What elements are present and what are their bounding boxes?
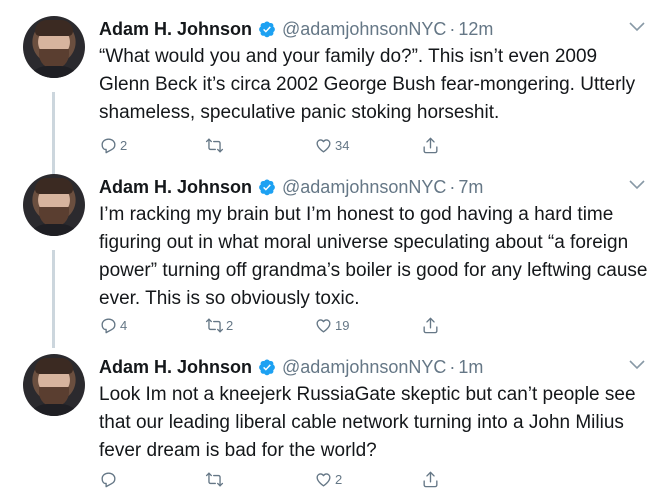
reply-count: 4 <box>120 317 128 333</box>
author-name[interactable]: Adam H. Johnson <box>99 177 252 198</box>
like-button[interactable]: 19 <box>314 313 349 337</box>
separator-dot: · <box>449 18 456 39</box>
avatar[interactable] <box>23 16 85 78</box>
like-count: 34 <box>335 137 350 153</box>
reply-icon <box>101 317 116 333</box>
tweet-text: Look Im not a kneejerk RussiaGate skepti… <box>99 384 636 461</box>
timestamp[interactable]: 12m <box>458 19 493 40</box>
retweet-icon <box>205 317 224 333</box>
reply-button[interactable]: 4 <box>99 313 127 337</box>
share-button[interactable] <box>421 313 440 337</box>
verified-badge-icon <box>259 179 275 196</box>
share-icon <box>423 137 438 153</box>
share-icon <box>423 471 438 487</box>
timestamp[interactable]: 1m <box>458 357 483 378</box>
avatar[interactable] <box>23 354 85 416</box>
like-count: 19 <box>335 317 350 333</box>
reply-button[interactable] <box>99 467 120 491</box>
tweet-actions: 4 2 19 <box>99 313 459 337</box>
tweet-text: I’m racking my brain but I’m honest to g… <box>99 204 648 309</box>
reply-count: 2 <box>120 137 128 153</box>
reply-icon <box>101 137 116 153</box>
tweet-actions: 2 34 <box>99 133 459 157</box>
tweet-actions: 2 <box>99 467 459 491</box>
like-button[interactable]: 2 <box>314 467 342 491</box>
chevron-down-icon[interactable] <box>629 360 645 370</box>
reply-button[interactable]: 2 <box>99 133 127 157</box>
retweet-icon <box>205 137 224 153</box>
author-handle[interactable]: @adamjohnsonNYC <box>282 177 446 198</box>
avatar[interactable] <box>23 174 85 236</box>
tweet-text: “What would you and your family do?”. Th… <box>99 46 636 123</box>
chevron-down-icon[interactable] <box>629 180 645 190</box>
like-icon <box>316 472 331 487</box>
author-handle[interactable]: @adamjohnsonNYC <box>282 357 446 378</box>
like-icon <box>316 318 331 333</box>
reply-icon <box>101 471 116 487</box>
retweet-button[interactable] <box>205 467 226 491</box>
author-name[interactable]: Adam H. Johnson <box>99 357 252 378</box>
thread-line <box>52 250 55 348</box>
chevron-down-icon[interactable] <box>629 22 645 32</box>
tweet-header: Adam H. Johnson @adamjohnsonNYC · 12m <box>99 16 493 42</box>
verified-badge-icon <box>259 359 275 376</box>
like-count: 2 <box>335 471 343 487</box>
share-button[interactable] <box>421 133 440 157</box>
author-name[interactable]: Adam H. Johnson <box>99 19 252 40</box>
share-button[interactable] <box>421 467 440 491</box>
share-icon <box>423 317 438 333</box>
author-handle[interactable]: @adamjohnsonNYC <box>282 19 446 40</box>
separator-dot: · <box>449 356 456 377</box>
like-icon <box>316 138 331 153</box>
timestamp[interactable]: 7m <box>458 177 483 198</box>
verified-badge-icon <box>259 21 275 38</box>
tweet-header: Adam H. Johnson @adamjohnsonNYC · 7m <box>99 174 483 200</box>
retweet-count: 2 <box>226 317 234 333</box>
retweet-button[interactable]: 2 <box>205 313 233 337</box>
retweet-button[interactable] <box>205 133 226 157</box>
tweet-header: Adam H. Johnson @adamjohnsonNYC · 1m <box>99 354 483 380</box>
separator-dot: · <box>449 176 456 197</box>
retweet-icon <box>205 471 224 487</box>
thread-line <box>52 92 55 178</box>
like-button[interactable]: 34 <box>314 133 349 157</box>
